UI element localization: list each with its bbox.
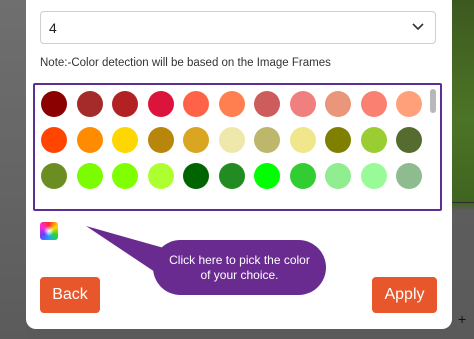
- color-swatch[interactable]: [183, 91, 209, 117]
- color-swatch[interactable]: [41, 91, 67, 117]
- tooltip-text: Click here to pick the color of your cho…: [169, 252, 310, 282]
- page-backdrop-right: +: [452, 0, 474, 339]
- color-swatch[interactable]: [41, 127, 67, 153]
- page-backdrop-left: [0, 0, 26, 339]
- frame-count-select[interactable]: 4: [40, 11, 436, 44]
- palette-scrollbar[interactable]: [430, 89, 436, 203]
- color-swatch[interactable]: [183, 127, 209, 153]
- color-swatch[interactable]: [325, 163, 351, 189]
- color-swatch[interactable]: [254, 163, 280, 189]
- color-swatch[interactable]: [41, 163, 67, 189]
- color-swatch[interactable]: [360, 163, 387, 189]
- color-swatch[interactable]: [76, 163, 103, 189]
- chevron-down-icon: [412, 23, 424, 31]
- color-swatch[interactable]: [147, 163, 174, 189]
- color-detection-note: Note:-Color detection will be based on t…: [40, 57, 331, 69]
- color-swatch[interactable]: [183, 163, 209, 189]
- color-swatch[interactable]: [112, 91, 138, 117]
- select-value: 4: [49, 20, 57, 36]
- color-swatch[interactable]: [289, 127, 316, 153]
- color-swatch[interactable]: [254, 127, 280, 153]
- color-swatch[interactable]: [76, 91, 103, 117]
- color-picker-tooltip: Click here to pick the color of your cho…: [153, 240, 326, 295]
- color-swatch[interactable]: [360, 127, 387, 153]
- color-swatch[interactable]: [289, 91, 316, 117]
- plus-icon[interactable]: +: [458, 312, 466, 326]
- color-picker-icon[interactable]: [40, 222, 58, 240]
- color-swatch[interactable]: [218, 91, 245, 117]
- color-swatch[interactable]: [218, 127, 245, 153]
- apply-button[interactable]: Apply: [372, 277, 437, 313]
- color-swatch[interactable]: [325, 91, 351, 117]
- color-swatch[interactable]: [360, 91, 387, 117]
- color-selection-dialog: 4 Note:-Color detection will be based on…: [26, 0, 452, 329]
- color-swatch[interactable]: [218, 163, 245, 189]
- color-swatch[interactable]: [396, 127, 422, 153]
- color-swatch[interactable]: [76, 127, 103, 153]
- scrollbar-thumb[interactable]: [430, 89, 436, 113]
- color-swatch[interactable]: [147, 127, 174, 153]
- color-swatch[interactable]: [112, 127, 138, 153]
- color-swatch[interactable]: [396, 91, 422, 117]
- color-swatch[interactable]: [147, 91, 174, 117]
- color-swatch[interactable]: [254, 91, 280, 117]
- color-swatch[interactable]: [112, 163, 138, 189]
- color-swatch[interactable]: [396, 163, 422, 189]
- backdrop-divider: [452, 202, 474, 203]
- back-button[interactable]: Back: [40, 277, 100, 313]
- color-palette: [33, 83, 442, 211]
- color-swatch[interactable]: [289, 163, 316, 189]
- color-swatch[interactable]: [325, 127, 351, 153]
